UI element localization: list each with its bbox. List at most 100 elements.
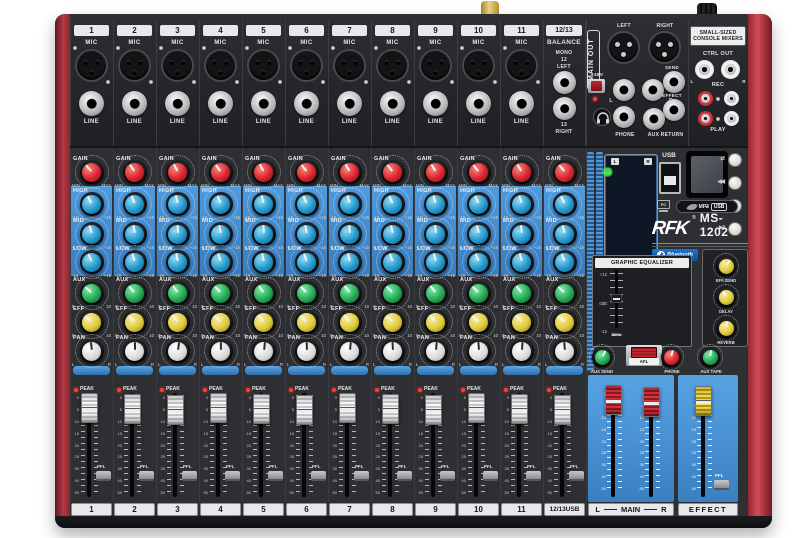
knob-gain-ch10[interactable]: GAIN MIN MAX (457, 156, 500, 188)
channel-number: 2 (117, 25, 152, 36)
line-label: LINE (371, 119, 414, 125)
knob-low-ch2[interactable]: LOW -15 +15 (113, 246, 156, 278)
knob-gain-ch4[interactable]: GAIN MIN MAX (199, 156, 242, 188)
knob-low-ch5[interactable]: LOW -15 +15 (242, 246, 285, 278)
knob-gain-ch1[interactable]: GAIN MIN MAX (70, 156, 113, 188)
knob-low-ch8[interactable]: LOW -15 +15 (371, 246, 414, 278)
main-l-fader[interactable] (605, 385, 622, 415)
knob-pan-ch6[interactable]: PAN L R (285, 335, 328, 367)
pfl-button[interactable] (397, 471, 412, 481)
pfl-button[interactable] (96, 471, 111, 481)
channel-number: 7 (332, 25, 367, 36)
knob-low-ch11[interactable]: LOW -15 +15 (500, 246, 543, 278)
channel-fader[interactable] (81, 393, 98, 423)
knob-pan-ch4[interactable]: PAN L R (199, 335, 242, 367)
knob-pan-ch10[interactable]: PAN L R (457, 335, 500, 367)
knob-pan-ch11[interactable]: PAN L R (500, 335, 543, 367)
geq-slider-12kHz[interactable]: 12kHz (609, 270, 624, 336)
knob-gain-ch11[interactable]: GAIN MIN MAX (500, 156, 543, 188)
knob-high-ch10[interactable]: HIGH -15 +15 (457, 188, 500, 220)
knob-high-ch12/13[interactable]: HIGH -15 +15 (543, 188, 586, 220)
knob-gain-ch5[interactable]: GAIN MIN MAX (242, 156, 285, 188)
knob-pan-ch8[interactable]: PAN L R (371, 335, 414, 367)
knob-gain-ch7[interactable]: GAIN MIN MAX (328, 156, 371, 188)
knob-gain-ch9[interactable]: GAIN MIN MAX (414, 156, 457, 188)
knob-pan-ch1[interactable]: PAN L R (70, 335, 113, 367)
usb-port[interactable] (659, 162, 681, 194)
knob-low-ch4[interactable]: LOW -15 +15 (199, 246, 242, 278)
channel-fader[interactable] (511, 394, 528, 424)
channel-fader[interactable] (253, 394, 270, 424)
knob-pan-ch2[interactable]: PAN L R (113, 335, 156, 367)
knob-low-ch6[interactable]: LOW -15 +15 (285, 246, 328, 278)
knob-gain-ch2[interactable]: GAIN MIN MAX (113, 156, 156, 188)
previous-track-button[interactable] (728, 176, 742, 190)
knob-high-ch1[interactable]: HIGH -15 +15 (70, 188, 113, 220)
pfl-button[interactable] (182, 471, 197, 481)
channel-fader[interactable] (425, 395, 442, 425)
knob-low-ch10[interactable]: LOW -15 +15 (457, 246, 500, 278)
effect-fader[interactable] (695, 386, 712, 416)
loop-button[interactable] (728, 153, 742, 167)
knob-high-ch2[interactable]: HIGH -15 +15 (113, 188, 156, 220)
pfl-button[interactable] (483, 471, 498, 481)
slider-cap[interactable] (611, 294, 622, 303)
knob-reverb[interactable]: REVERB (703, 315, 749, 345)
knob-high-ch5[interactable]: HIGH -15 +15 (242, 188, 285, 220)
knob-pan-ch9[interactable]: PAN L R (414, 335, 457, 367)
knob-pan-ch12/13[interactable]: PAN L R (543, 335, 586, 367)
knob-high-ch8[interactable]: HIGH -15 +15 (371, 188, 414, 220)
channel-fader[interactable] (554, 395, 571, 425)
pfl-button[interactable] (354, 471, 369, 481)
channel-fader[interactable] (167, 395, 184, 425)
knob-high-ch4[interactable]: HIGH -15 +15 (199, 188, 242, 220)
pfl-button[interactable] (440, 471, 455, 481)
knob-pan-ch7[interactable]: PAN L R (328, 335, 371, 367)
knob-low-ch7[interactable]: LOW -15 +15 (328, 246, 371, 278)
channel-fader[interactable] (296, 395, 313, 425)
knob-low-ch12/13[interactable]: LOW -15 +15 (543, 246, 586, 278)
main-r-fader[interactable] (643, 387, 660, 417)
fader-strip-8: PEAK 0510152025304050 PFL (371, 378, 414, 500)
knob-high-ch9[interactable]: HIGH -15 +15 (414, 188, 457, 220)
knob-phone[interactable] (661, 347, 681, 367)
pfl-button[interactable] (714, 480, 729, 490)
pfl-button[interactable] (311, 471, 326, 481)
divider (652, 246, 748, 247)
channel-fader[interactable] (339, 393, 356, 423)
knob-high-ch3[interactable]: HIGH -15 +15 (156, 188, 199, 220)
pfl-button[interactable] (268, 471, 283, 481)
knob-pan-ch5[interactable]: PAN L R (242, 335, 285, 367)
pfl-button[interactable] (526, 471, 541, 481)
afl-button[interactable] (631, 347, 657, 358)
channel-fader[interactable] (210, 393, 227, 423)
channel-fader[interactable] (124, 394, 141, 424)
knob-delay[interactable]: DELAY (703, 284, 749, 314)
knob-cap (467, 160, 491, 184)
pfl-button[interactable] (139, 471, 154, 481)
knob-aux-send[interactable] (592, 347, 612, 367)
knob-cap (338, 250, 362, 274)
knob-cap (381, 222, 405, 246)
fader-scale: 0510152025304050 (415, 395, 423, 495)
knob-cap (510, 192, 534, 216)
knob-aux-tape[interactable] (700, 347, 720, 367)
knob-gain-ch8[interactable]: GAIN MIN MAX (371, 156, 414, 188)
knob-gain-ch12/13[interactable]: GAIN MIN MAX (543, 156, 586, 188)
knob-gain-ch6[interactable]: GAIN MIN MAX (285, 156, 328, 188)
pfl-button[interactable] (569, 471, 584, 481)
knob-low-ch1[interactable]: LOW -15 +15 (70, 246, 113, 278)
channel-fader[interactable] (468, 393, 485, 423)
knob-high-ch6[interactable]: HIGH -15 +15 (285, 188, 328, 220)
knob-pan-ch3[interactable]: PAN L R (156, 335, 199, 367)
channel-fader[interactable] (382, 394, 399, 424)
phantom-power-switch[interactable] (588, 79, 605, 93)
pfl-button[interactable] (225, 471, 240, 481)
knob-low-ch3[interactable]: LOW -15 +15 (156, 246, 199, 278)
knob-high-ch11[interactable]: HIGH -15 +15 (500, 188, 543, 220)
knob-eff-send[interactable]: EFF.SEND (703, 253, 749, 283)
knob-high-ch7[interactable]: HIGH -15 +15 (328, 188, 371, 220)
pfl-label: PFL (570, 464, 579, 469)
knob-gain-ch3[interactable]: GAIN MIN MAX (156, 156, 199, 188)
knob-low-ch9[interactable]: LOW -15 +15 (414, 246, 457, 278)
